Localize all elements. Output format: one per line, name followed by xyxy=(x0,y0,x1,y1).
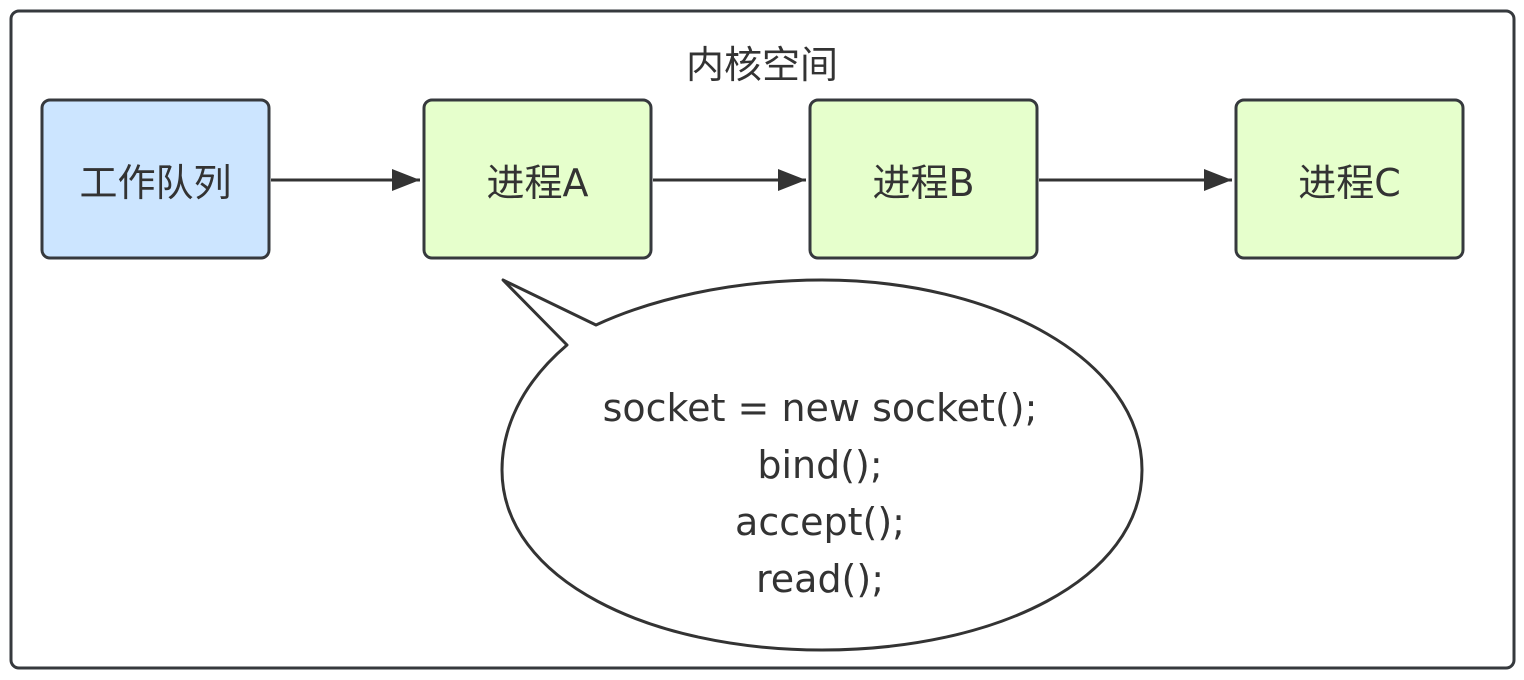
callout-code-line: bind(); xyxy=(757,443,883,487)
work-queue-label: 工作队列 xyxy=(79,160,232,205)
callout-code-line: socket = new socket(); xyxy=(602,386,1038,430)
process-b-label: 进程B xyxy=(872,160,975,205)
callout-code-block: socket = new socket(); bind(); accept();… xyxy=(520,380,1120,608)
callout-code-line: read(); xyxy=(755,557,885,601)
process-c-label: 进程C xyxy=(1298,160,1401,205)
process-a-label: 进程A xyxy=(486,160,589,205)
kernel-space-title: 内核空间 xyxy=(685,42,838,87)
diagram-canvas: 内核空间 工作队列 进程A 进程B 进程C socket = new socke… xyxy=(0,0,1524,680)
callout-code-line: accept(); xyxy=(735,500,905,544)
